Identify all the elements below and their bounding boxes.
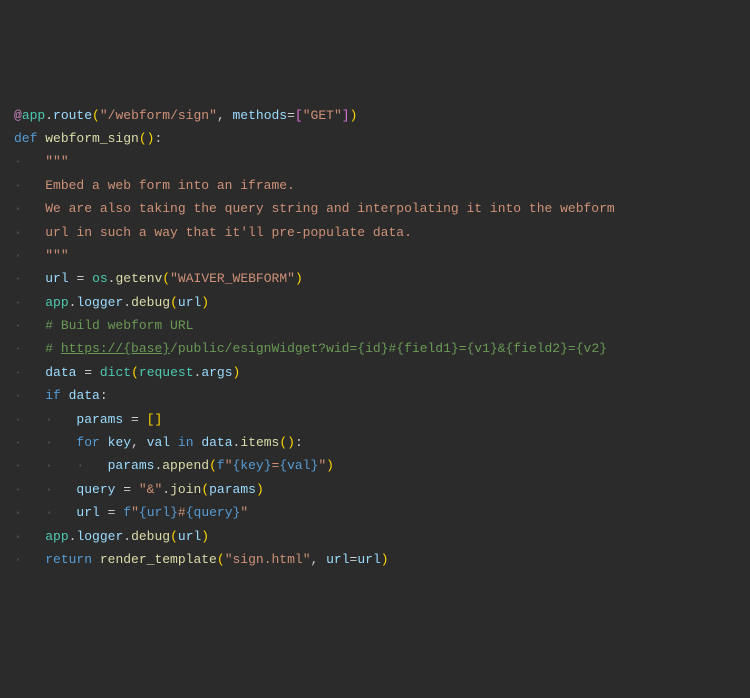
code-line: · return render_template("sign.html", ur…	[14, 548, 736, 571]
code-line: · url in such a way that it'll pre-popul…	[14, 221, 736, 244]
code-line: · app.logger.debug(url)	[14, 291, 736, 314]
code-line: · if data:	[14, 384, 736, 407]
code-line: def webform_sign():	[14, 127, 736, 150]
code-line: · url = os.getenv("WAIVER_WEBFORM")	[14, 267, 736, 290]
code-line: · · params = []	[14, 408, 736, 431]
code-line: · """	[14, 150, 736, 173]
code-line: @app.route("/webform/sign", methods=["GE…	[14, 104, 736, 127]
code-line: · · query = "&".join(params)	[14, 478, 736, 501]
code-line: · # Build webform URL	[14, 314, 736, 337]
code-line: · · url = f"{url}#{query}"	[14, 501, 736, 524]
code-line: · Embed a web form into an iframe.	[14, 174, 736, 197]
code-line: · We are also taking the query string an…	[14, 197, 736, 220]
code-line: · · for key, val in data.items():	[14, 431, 736, 454]
code-line: · app.logger.debug(url)	[14, 525, 736, 548]
code-line: · """	[14, 244, 736, 267]
code-line: · · · params.append(f"{key}={val}")	[14, 454, 736, 477]
code-block: @app.route("/webform/sign", methods=["GE…	[14, 104, 736, 572]
code-line: · data = dict(request.args)	[14, 361, 736, 384]
code-line: · # https://{base}/public/esignWidget?wi…	[14, 337, 736, 360]
